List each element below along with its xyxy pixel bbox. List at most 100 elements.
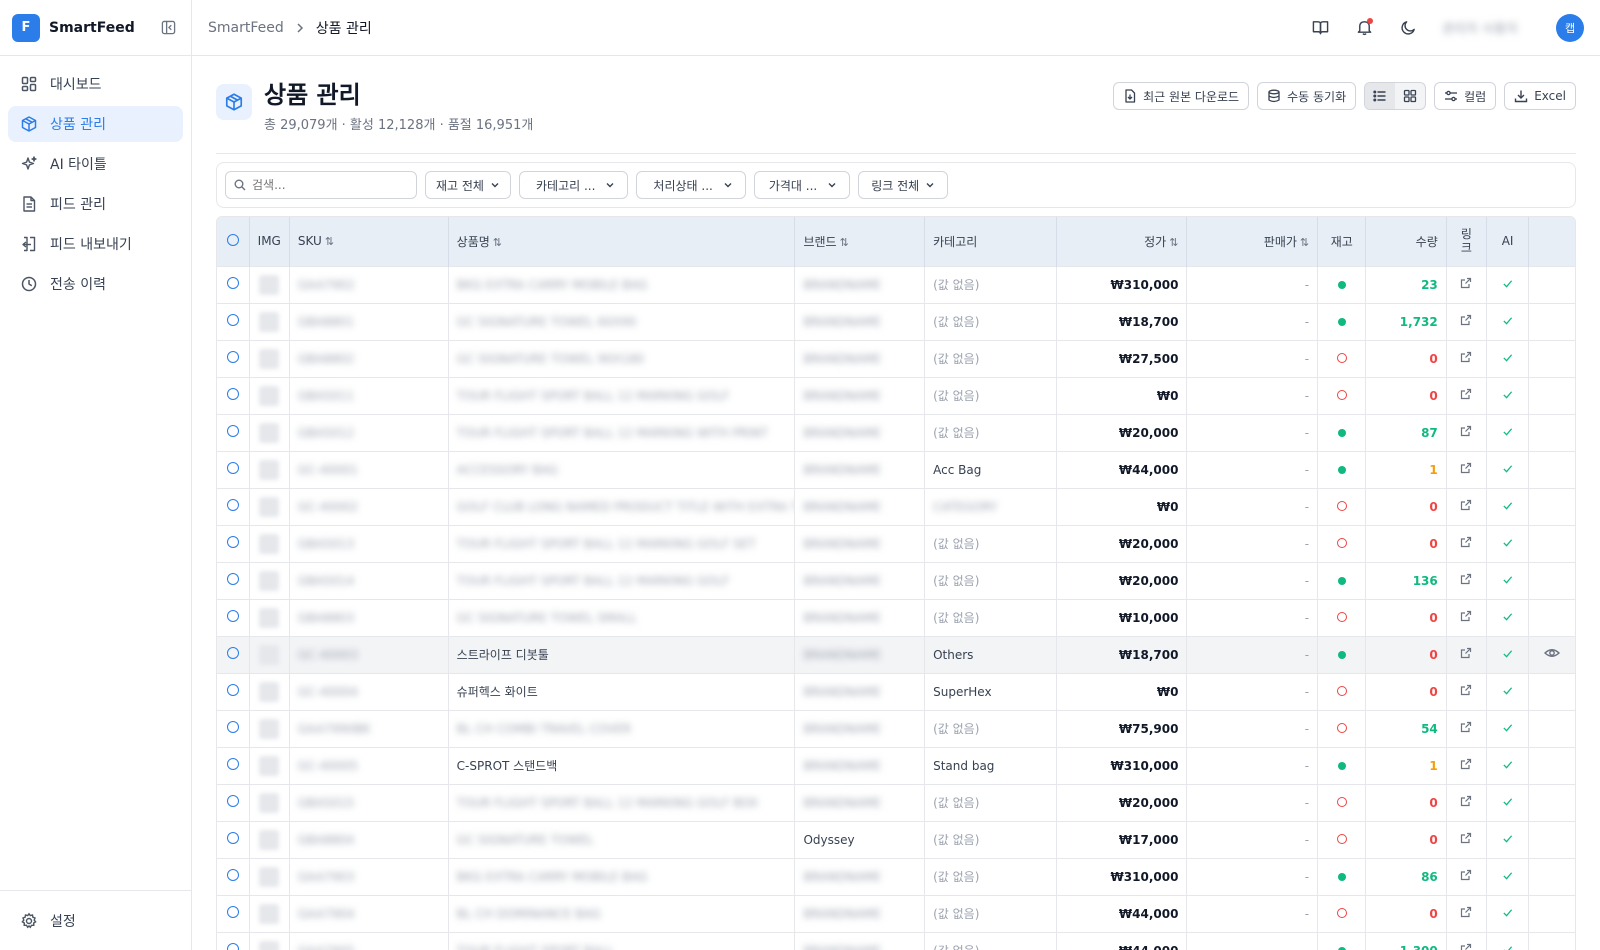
cell-name[interactable]: TOUR FLIGHT SPORT BALL 12 MARKING GOLF S…	[448, 524, 796, 562]
brand-logo[interactable]: F	[12, 13, 40, 42]
cell-name[interactable]: TOUR FLIGHT SPORT BALL	[448, 931, 796, 950]
product-thumbnail[interactable]	[249, 598, 290, 636]
table-row[interactable]: GC-40003 스트라이프 디봇툴 BRANDNAME Others ₩18,700-…	[217, 635, 1575, 673]
product-thumbnail[interactable]	[249, 524, 290, 562]
external-link-icon[interactable]	[1446, 450, 1487, 488]
external-link-icon[interactable]	[1446, 376, 1487, 414]
row-select-radio[interactable]	[217, 265, 250, 303]
col-brand[interactable]: 브랜드 ⇅	[794, 217, 926, 266]
columns-button[interactable]: 컬럼	[1434, 82, 1497, 110]
product-thumbnail[interactable]	[249, 709, 290, 747]
external-link-icon[interactable]	[1446, 783, 1487, 821]
row-select-radio[interactable]	[217, 931, 250, 950]
breadcrumb-root[interactable]: SmartFeed	[208, 20, 284, 36]
table-row[interactable]: GC-40002 GOLF CLUB LONG NAMED PRODUCT TIT…	[217, 487, 1575, 525]
table-row[interactable]: GAA7904 BL CH DOMINANCE BAG BRANDNAME (값 없음…	[217, 894, 1575, 932]
product-thumbnail[interactable]	[249, 487, 290, 525]
cell-name[interactable]: GC SIGNATURE TOWEL SMALL	[448, 598, 796, 636]
row-select-radio[interactable]	[217, 524, 250, 562]
row-select-radio[interactable]	[217, 561, 250, 599]
brand-name[interactable]: SmartFeed	[49, 20, 157, 36]
external-link-icon[interactable]	[1446, 561, 1487, 599]
external-link-icon[interactable]	[1446, 487, 1487, 525]
manual-sync-button[interactable]: 수동 동기화	[1257, 82, 1357, 110]
product-thumbnail[interactable]	[249, 635, 290, 673]
row-select-radio[interactable]	[217, 598, 250, 636]
product-thumbnail[interactable]	[249, 894, 290, 932]
cell-name[interactable]: GC SIGNATURE TOWEL	[448, 820, 796, 858]
product-thumbnail[interactable]	[249, 450, 290, 488]
product-thumbnail[interactable]	[249, 376, 290, 414]
row-select-radio[interactable]	[217, 783, 250, 821]
cell-name[interactable]: GC SIGNATURE TOWEL 60X90	[448, 302, 796, 340]
table-row[interactable]: GBA8803 GC SIGNATURE TOWEL SMALL BRANDNAME…	[217, 598, 1575, 636]
product-thumbnail[interactable]	[249, 931, 290, 950]
sidebar-item-ai-title[interactable]: AI 타이틀	[8, 146, 183, 182]
product-thumbnail[interactable]	[249, 820, 290, 858]
external-link-icon[interactable]	[1446, 931, 1487, 950]
table-row[interactable]: GAA7903 BKG EXTRA CARRY MOBILE BAG BRANDNA…	[217, 857, 1575, 895]
table-row[interactable]: GBA5014 TOUR FLIGHT SPORT BALL 12 MARKING…	[217, 561, 1575, 599]
product-thumbnail[interactable]	[249, 857, 290, 895]
col-sale-price[interactable]: 판매가 ⇅	[1186, 217, 1319, 266]
row-select-radio[interactable]	[217, 672, 250, 710]
cell-name[interactable]: TOUR FLIGHT SPORT BALL 12 MARKING GOLF	[448, 376, 796, 414]
cell-name[interactable]: ACCESSORY BAG	[448, 450, 796, 488]
external-link-icon[interactable]	[1446, 635, 1487, 673]
table-row[interactable]: GAA7905 TOUR FLIGHT SPORT BALL BRANDNAME (값…	[217, 931, 1575, 950]
row-select-radio[interactable]	[217, 709, 250, 747]
eye-icon[interactable]	[1544, 645, 1561, 661]
row-select-radio[interactable]	[217, 487, 250, 525]
category-filter-select[interactable]: 카테고리 ...	[518, 171, 629, 199]
table-row[interactable]: GAA7902 BKG EXTRA CARRY MOBILE BAG BRANDNA…	[217, 265, 1575, 303]
row-select-radio[interactable]	[217, 820, 250, 858]
cell-name[interactable]: TOUR FLIGHT SPORT BALL 12 MARKING WITH P…	[448, 413, 796, 451]
table-row[interactable]: GBA8804 GC SIGNATURE TOWEL Odyssey (값 없음) ₩1…	[217, 820, 1575, 858]
cell-name[interactable]: C-SPROT 스탠드백	[448, 746, 796, 784]
table-row[interactable]: GC-40004 슈퍼헥스 화이트 BRANDNAME SuperHex ₩0- 0	[217, 672, 1575, 710]
col-name[interactable]: 상품명 ⇅	[448, 217, 796, 266]
bell-icon[interactable]	[1348, 12, 1380, 44]
list-view-icon[interactable]	[1365, 83, 1396, 109]
sidebar-item-products[interactable]: 상품 관리	[8, 106, 183, 142]
cell-name[interactable]: TOUR FLIGHT SPORT BALL 12 MARKING GOLF	[448, 561, 796, 599]
external-link-icon[interactable]	[1446, 265, 1487, 303]
cell-name[interactable]: 슈퍼헥스 화이트	[448, 672, 796, 710]
download-original-button[interactable]: 최근 원본 다운로드	[1113, 82, 1250, 110]
row-select-radio[interactable]	[217, 450, 250, 488]
row-select-radio[interactable]	[217, 746, 250, 784]
table-row[interactable]: GAA7990BK BL CH COMBI TRAVEL COVER BRANDNA…	[217, 709, 1575, 747]
row-select-radio[interactable]	[217, 376, 250, 414]
product-thumbnail[interactable]	[249, 672, 290, 710]
cell-name[interactable]: BL CH COMBI TRAVEL COVER	[448, 709, 796, 747]
table-row[interactable]: GBA5012 TOUR FLIGHT SPORT BALL 12 MARKING…	[217, 413, 1575, 451]
cell-name[interactable]: BKG EXTRA CARRY MOBILE BAG	[448, 265, 796, 303]
cell-name[interactable]: BL CH DOMINANCE BAG	[448, 894, 796, 932]
external-link-icon[interactable]	[1446, 746, 1487, 784]
status-filter-select[interactable]: 처리상태 ...	[636, 171, 746, 199]
select-all-radio[interactable]	[217, 217, 250, 266]
cell-name[interactable]: TOUR FLIGHT SPORT BALL 12 MARKING GOLF B…	[448, 783, 796, 821]
col-list-price[interactable]: 정가 ⇅	[1056, 217, 1188, 266]
cell-name[interactable]: BKG EXTRA CARRY MOBILE BAG	[448, 857, 796, 895]
table-row[interactable]: GBA8802 GC SIGNATURE TOWEL 90X180 BRANDNAM…	[217, 339, 1575, 377]
grid-view-icon[interactable]	[1395, 83, 1425, 109]
user-name[interactable]: 관리자 사용자	[1442, 18, 1542, 37]
book-icon[interactable]	[1304, 12, 1336, 44]
product-thumbnail[interactable]	[249, 339, 290, 377]
row-select-radio[interactable]	[217, 302, 250, 340]
external-link-icon[interactable]	[1446, 857, 1487, 895]
avatar[interactable]: 캡	[1556, 13, 1584, 42]
external-link-icon[interactable]	[1446, 413, 1487, 451]
product-thumbnail[interactable]	[249, 561, 290, 599]
table-row[interactable]: GBA5015 TOUR FLIGHT SPORT BALL 12 MARKING…	[217, 783, 1575, 821]
table-row[interactable]: GBA5011 TOUR FLIGHT SPORT BALL 12 MARKING…	[217, 376, 1575, 414]
cell-name[interactable]: 스트라이프 디봇툴	[448, 635, 796, 673]
external-link-icon[interactable]	[1446, 820, 1487, 858]
cell-name[interactable]: GC SIGNATURE TOWEL 90X180	[448, 339, 796, 377]
external-link-icon[interactable]	[1446, 339, 1487, 377]
row-select-radio[interactable]	[217, 894, 250, 932]
col-sku[interactable]: SKU ⇅	[289, 217, 449, 266]
sidebar-item-history[interactable]: 전송 이력	[8, 266, 183, 302]
row-select-radio[interactable]	[217, 635, 250, 673]
